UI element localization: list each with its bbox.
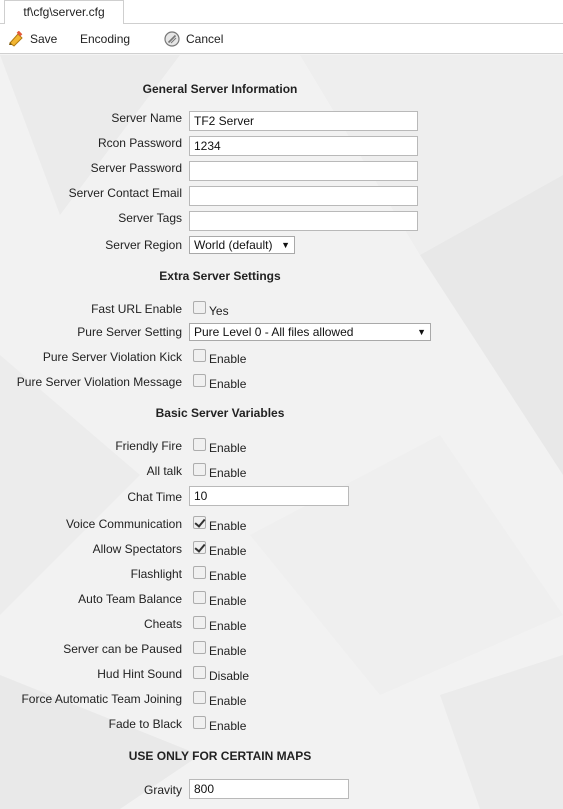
contact-email-input[interactable]: [189, 186, 418, 206]
friendly-fire-label: Friendly Fire: [115, 439, 182, 453]
cancel-button[interactable]: Cancel: [164, 24, 223, 54]
pure-kick-option: Enable: [209, 352, 247, 366]
dropdown-arrow-icon: ▼: [281, 240, 290, 250]
pure-message-option: Enable: [209, 377, 247, 391]
cheats-checkbox[interactable]: [193, 616, 206, 629]
chat-time-label: Chat Time: [127, 490, 182, 504]
rcon-password-input[interactable]: [189, 136, 418, 156]
force-join-label: Force Automatic Team Joining: [21, 692, 182, 706]
pausable-option: Enable: [209, 644, 247, 658]
save-button[interactable]: Save: [8, 24, 57, 54]
server-tags-label: Server Tags: [118, 211, 182, 225]
voice-checkbox[interactable]: [193, 516, 206, 529]
pure-message-checkbox[interactable]: [193, 374, 206, 387]
cheats-option: Enable: [209, 619, 247, 633]
dropdown-arrow-icon: ▼: [417, 327, 426, 337]
server-name-input[interactable]: [189, 111, 418, 131]
fade-black-checkbox[interactable]: [193, 716, 206, 729]
encoding-button[interactable]: Encoding: [80, 24, 130, 54]
gravity-input[interactable]: [189, 779, 349, 799]
pure-setting-label: Pure Server Setting: [77, 325, 182, 339]
cancel-icon: [164, 31, 180, 47]
force-join-option: Enable: [209, 694, 247, 708]
voice-option: Enable: [209, 519, 247, 533]
save-icon: [9, 30, 23, 47]
pure-setting-value: Pure Level 0 - All files allowed: [194, 325, 354, 339]
pausable-checkbox[interactable]: [193, 641, 206, 654]
server-region-value: World (default): [194, 238, 273, 252]
config-form: General Server Information Server Name R…: [0, 55, 563, 809]
flashlight-option: Enable: [209, 569, 247, 583]
spectators-checkbox[interactable]: [193, 541, 206, 554]
toolbar: Save Encoding Cancel: [0, 24, 563, 54]
gravity-label: Gravity: [143, 783, 182, 797]
section-maps-title: USE ONLY FOR CERTAIN MAPS: [128, 749, 312, 763]
pure-message-label: Pure Server Violation Message: [16, 375, 182, 389]
fast-url-checkbox[interactable]: [193, 301, 206, 314]
hud-hint-checkbox[interactable]: [193, 666, 206, 679]
fade-black-option: Enable: [209, 719, 247, 733]
spectators-label: Allow Spectators: [92, 542, 182, 556]
section-extra-title: Extra Server Settings: [159, 269, 281, 283]
hud-hint-label: Hud Hint Sound: [97, 667, 182, 681]
spectators-option: Enable: [209, 544, 247, 558]
auto-balance-checkbox[interactable]: [193, 591, 206, 604]
chat-time-input[interactable]: [189, 486, 349, 506]
pure-setting-select[interactable]: Pure Level 0 - All files allowed ▼: [189, 323, 431, 341]
flashlight-label: Flashlight: [130, 567, 182, 581]
server-region-select[interactable]: World (default) ▼: [189, 236, 295, 254]
force-join-checkbox[interactable]: [193, 691, 206, 704]
pausable-label: Server can be Paused: [63, 642, 182, 656]
auto-balance-option: Enable: [209, 594, 247, 608]
all-talk-checkbox[interactable]: [193, 463, 206, 476]
server-region-label: Server Region: [105, 238, 182, 252]
section-general-title: General Server Information: [142, 82, 298, 96]
tab-bar: tf\cfg\server.cfg: [0, 0, 563, 25]
tab-server-cfg[interactable]: tf\cfg\server.cfg: [4, 0, 124, 25]
hud-hint-option: Disable: [209, 669, 250, 683]
friendly-fire-option: Enable: [209, 441, 247, 455]
server-name-label: Server Name: [111, 111, 182, 125]
cheats-label: Cheats: [143, 617, 182, 631]
server-tags-input[interactable]: [189, 211, 418, 231]
friendly-fire-checkbox[interactable]: [193, 438, 206, 451]
section-basic-title: Basic Server Variables: [155, 406, 285, 420]
rcon-password-label: Rcon Password: [97, 136, 182, 150]
server-password-label: Server Password: [90, 161, 182, 175]
auto-balance-label: Auto Team Balance: [78, 592, 182, 606]
pure-kick-checkbox[interactable]: [193, 349, 206, 362]
flashlight-checkbox[interactable]: [193, 566, 206, 579]
all-talk-option: Enable: [209, 466, 247, 480]
all-talk-label: All talk: [146, 464, 182, 478]
cancel-label: Cancel: [186, 32, 224, 46]
pure-kick-label: Pure Server Violation Kick: [42, 350, 182, 364]
server-password-input[interactable]: [189, 161, 418, 181]
contact-email-label: Server Contact Email: [68, 186, 182, 200]
save-label: Save: [30, 32, 58, 46]
fade-black-label: Fade to Black: [108, 717, 182, 731]
fast-url-option: Yes: [209, 304, 229, 318]
voice-label: Voice Communication: [65, 517, 182, 531]
fast-url-label: Fast URL Enable: [91, 302, 182, 316]
